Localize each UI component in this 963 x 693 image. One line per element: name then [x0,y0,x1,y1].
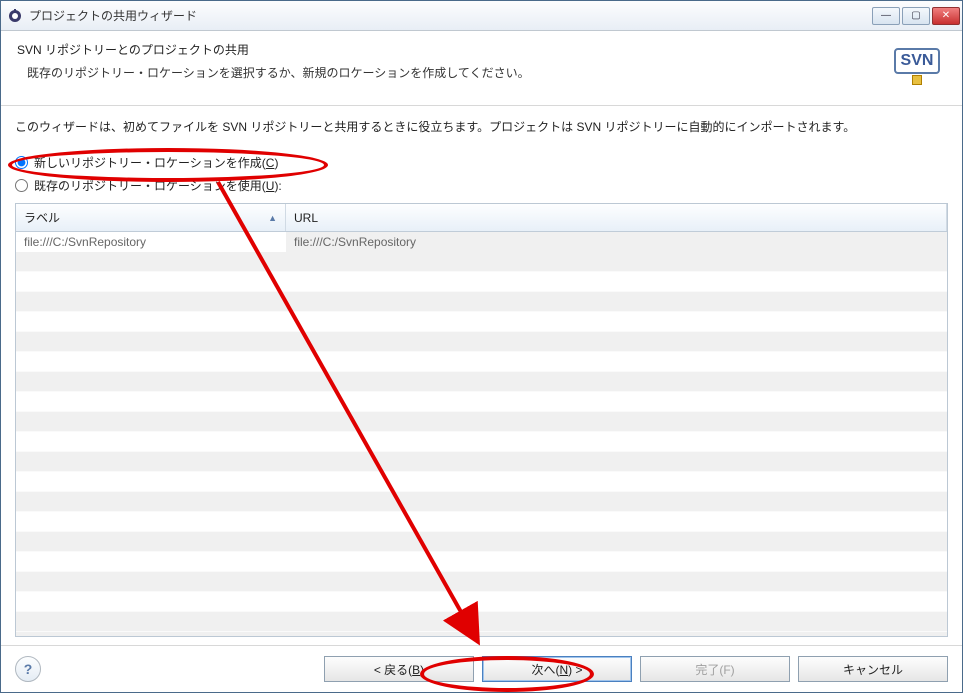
back-button[interactable]: < 戻る(B) [324,656,474,682]
radio-create-suffix: ) [274,156,278,170]
wizard-window: プロジェクトの共用ウィザード — ▢ ✕ SVN リポジトリーとのプロジェクトの… [0,0,963,693]
cell-url: file:///C:/SvnRepository [286,232,947,252]
radio-use-existing[interactable]: 既存のリポジトリー・ロケーションを使用(U): [15,177,948,194]
help-button[interactable]: ? [15,656,41,682]
col-header-url-text: URL [294,211,318,225]
radio-create-input[interactable] [15,156,28,169]
radio-create-location[interactable]: 新しいリポジトリー・ロケーションを作成(C) [15,154,948,171]
next-suffix: ) > [568,663,582,677]
back-mnemonic: B [412,663,420,677]
intro-text: このウィザードは、初めてファイルを SVN リポジトリーと共用するときに役立ちま… [15,118,948,135]
svn-logo-chip-icon [912,75,922,85]
finish-mnemonic: F [723,663,730,677]
finish-suffix: ) [731,663,735,677]
cancel-button[interactable]: キャンセル [798,656,948,682]
sort-asc-icon: ▲ [268,213,277,223]
table-row[interactable]: file:///C:/SvnRepository file:///C:/SvnR… [16,232,947,252]
table-header: ラベル ▲ URL [16,204,947,232]
finish-button: 完了(F) [640,656,790,682]
radio-use-label: 既存のリポジトリー・ロケーションを使用(U): [34,177,282,194]
maximize-button[interactable]: ▢ [902,7,930,25]
svn-logo-text: SVN [894,48,941,74]
next-mnemonic: N [559,663,568,677]
col-header-url[interactable]: URL [286,204,947,231]
radio-use-input[interactable] [15,179,28,192]
next-prefix: 次へ( [531,663,559,677]
finish-prefix: 完了( [695,663,723,677]
app-icon [7,8,23,24]
radio-use-prefix: 既存のリポジトリー・ロケーションを使用( [34,179,266,193]
wizard-footer: ? < 戻る(B) 次へ(N) > 完了(F) キャンセル [1,645,962,692]
back-suffix: ) [420,663,424,677]
window-title: プロジェクトの共用ウィザード [29,7,872,24]
svn-icon: SVN [888,41,946,91]
col-header-label[interactable]: ラベル ▲ [16,204,286,231]
window-controls: — ▢ ✕ [872,7,960,25]
radio-create-prefix: 新しいリポジトリー・ロケーションを作成( [34,156,266,170]
radio-use-suffix: ): [274,179,281,193]
wizard-content: このウィザードは、初めてファイルを SVN リポジトリーと共用するときに役立ちま… [1,106,962,645]
banner-title: SVN リポジトリーとのプロジェクトの共用 [17,41,888,58]
close-button[interactable]: ✕ [932,7,960,25]
titlebar: プロジェクトの共用ウィザード — ▢ ✕ [1,1,962,31]
radio-create-label: 新しいリポジトリー・ロケーションを作成(C) [34,154,278,171]
row-stripes [16,232,947,636]
banner-subtitle: 既存のリポジトリー・ロケーションを選択するか、新規のロケーションを作成してくださ… [17,64,888,81]
minimize-button[interactable]: — [872,7,900,25]
table-body: file:///C:/SvnRepository file:///C:/SvnR… [16,232,947,636]
next-button[interactable]: 次へ(N) > [482,656,632,682]
cell-label: file:///C:/SvnRepository [16,232,286,252]
locations-table: ラベル ▲ URL file:///C:/SvnRepository file:… [15,203,948,637]
wizard-banner: SVN リポジトリーとのプロジェクトの共用 既存のリポジトリー・ロケーションを選… [1,31,962,106]
back-prefix: < 戻る( [374,663,412,677]
col-header-label-text: ラベル [24,209,60,226]
